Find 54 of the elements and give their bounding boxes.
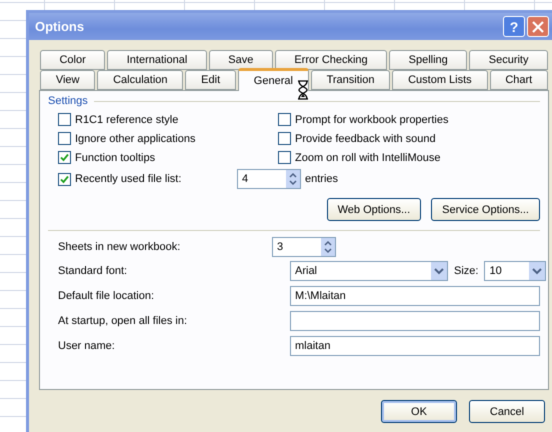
checkbox[interactable] xyxy=(58,172,71,186)
field-label: Default file location: xyxy=(58,290,155,302)
field-label: Size: xyxy=(454,265,478,277)
field-label: Sheets in new workbook: xyxy=(58,241,182,253)
tab[interactable]: Calculation xyxy=(97,70,184,90)
checkbox[interactable] xyxy=(58,151,71,164)
checkbox-label: Function tooltips xyxy=(75,152,156,164)
size-dropdown[interactable]: 10 xyxy=(484,261,546,281)
help-button[interactable]: ? xyxy=(503,16,525,37)
font-dropdown[interactable]: Arial xyxy=(290,261,448,281)
checkbox-label: Provide feedback with sound xyxy=(295,132,436,144)
tab[interactable]: Chart xyxy=(490,70,548,90)
close-icon xyxy=(532,20,544,32)
checkbox-label: Recently used file list: xyxy=(75,173,182,185)
field-label: User name: xyxy=(58,340,116,352)
tab[interactable]: Transition xyxy=(310,70,390,90)
input-field[interactable]: mlaitan xyxy=(290,336,540,356)
unit-label: entries xyxy=(305,173,338,185)
field-label: At startup, open all files in: xyxy=(58,315,188,327)
checkbox[interactable] xyxy=(58,113,71,126)
spinner-field[interactable]: 3 xyxy=(272,237,336,257)
tab[interactable]: Color xyxy=(40,50,106,70)
tab[interactable]: Spelling xyxy=(389,50,468,70)
checkbox[interactable] xyxy=(278,113,291,126)
field-label: Standard font: xyxy=(58,265,128,277)
input-field[interactable] xyxy=(290,311,540,331)
spinner-field[interactable]: 4 xyxy=(237,169,301,189)
checkbox[interactable] xyxy=(278,151,291,164)
checkbox-label: Zoom on roll with IntelliMouse xyxy=(295,152,441,164)
tab[interactable]: View xyxy=(40,70,96,90)
checkbox-label: Ignore other applications xyxy=(75,132,196,144)
dialog-button[interactable]: OK xyxy=(381,400,457,423)
tab[interactable]: International xyxy=(107,50,207,70)
group-title: Settings xyxy=(48,95,88,107)
checkbox[interactable] xyxy=(278,132,291,145)
tab[interactable]: Security xyxy=(469,50,548,70)
tab[interactable]: Custom Lists xyxy=(392,70,488,90)
checkbox[interactable] xyxy=(58,132,71,145)
options-button[interactable]: Service Options... xyxy=(431,198,540,221)
options-button[interactable]: Web Options... xyxy=(326,198,422,221)
spin-arrows-icon[interactable] xyxy=(286,170,300,188)
checkbox-label: R1C1 reference style xyxy=(75,114,178,126)
checkmark-icon xyxy=(60,174,69,184)
input-field[interactable]: M:\Mlaitan xyxy=(290,286,540,306)
spin-arrows-icon[interactable] xyxy=(321,238,335,256)
window-title: Options xyxy=(35,19,86,34)
dialog-button[interactable]: Cancel xyxy=(469,400,545,423)
tab[interactable]: General xyxy=(238,68,309,91)
checkmark-icon xyxy=(60,153,69,162)
tab[interactable]: Error Checking xyxy=(274,50,388,70)
tab[interactable]: Save xyxy=(208,50,273,70)
close-button[interactable] xyxy=(527,16,549,37)
checkbox-label: Prompt for workbook properties xyxy=(295,114,448,126)
tab[interactable]: Edit xyxy=(185,70,236,90)
